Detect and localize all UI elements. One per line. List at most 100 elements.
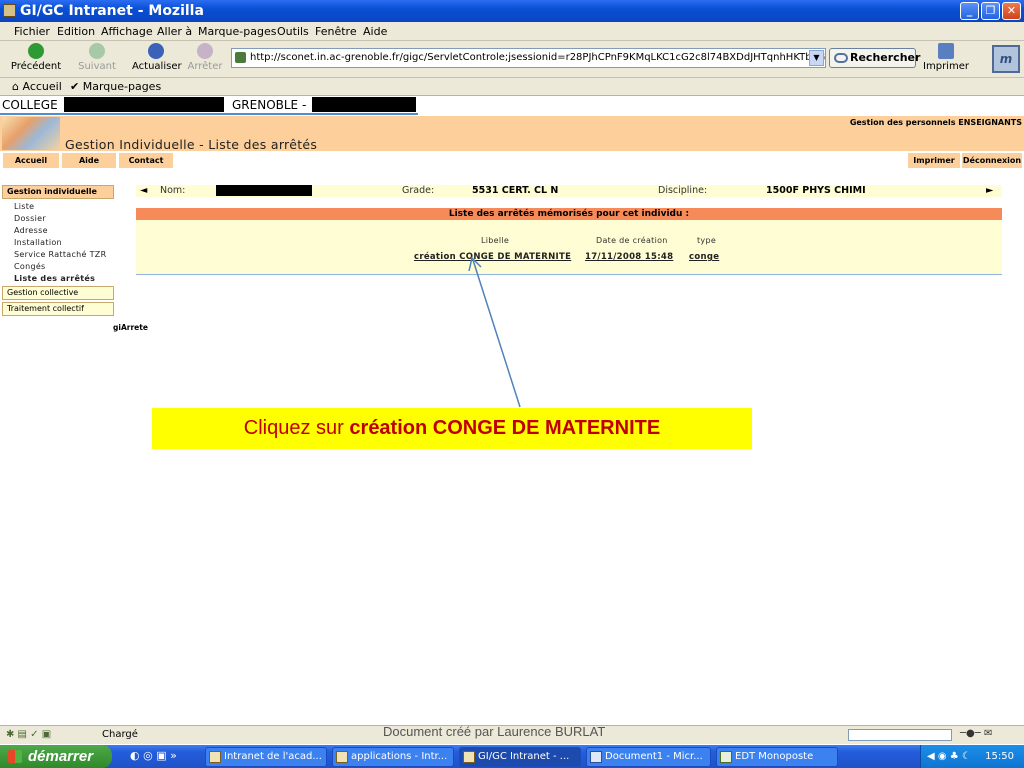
tray-icons[interactable]: ◀ ◉ ♣ ☾ [927, 745, 971, 768]
menu-window[interactable]: Fenêtre [315, 25, 357, 38]
bookmarks-toolbar: ⌂ Accueil ✔ Marque-pages [0, 78, 1024, 96]
taskbar-item-document1[interactable]: Document1 - Micr... [586, 747, 711, 767]
print-label: Imprimer [923, 61, 969, 72]
stop-icon [197, 43, 213, 59]
taskbar-item-label: GI/GC Intranet - ... [478, 751, 570, 762]
sidebar-item-tzr[interactable]: Service Rattaché TZR [14, 250, 106, 259]
sidebar-section-individual[interactable]: Gestion individuelle [2, 185, 114, 199]
forward-button[interactable]: Suivant [77, 43, 117, 76]
bookmark-folder[interactable]: ✔ Marque-pages [70, 80, 161, 93]
header-subtitle: Gestion des personnels ENSEIGNANTS [849, 118, 1022, 127]
menu-edit[interactable]: Edition [57, 25, 95, 38]
person-info-bar: ◄ Nom: Grade: 5531 CERT. CL N Discipline… [136, 185, 1002, 197]
sidebar-item-liste[interactable]: Liste [14, 202, 34, 211]
tab-print[interactable]: Imprimer [908, 153, 960, 168]
taskbar-item-intranet[interactable]: Intranet de l'acad... [205, 747, 327, 767]
tab-contact[interactable]: Contact [119, 153, 173, 168]
redacted-college-name [64, 97, 224, 112]
stop-button[interactable]: Arrêter [187, 43, 223, 76]
document-credit: Document créé par Laurence BURLAT [383, 724, 606, 739]
grade-value: 5531 CERT. CL N [472, 185, 559, 196]
arrete-type-link[interactable]: conge [689, 252, 719, 262]
arretes-list [136, 220, 1002, 275]
sidebar-item-dossier[interactable]: Dossier [14, 214, 46, 223]
menu-help[interactable]: Aide [363, 25, 387, 38]
reload-button[interactable]: Actualiser [132, 43, 182, 76]
taskbar-item-gigc[interactable]: GI/GC Intranet - ... [459, 747, 581, 767]
quick-launch-icons[interactable]: ◐ ◎ ▣ » [130, 749, 177, 762]
maximize-button[interactable]: ❐ [981, 2, 1000, 20]
forward-label: Suivant [78, 61, 116, 72]
arrete-date-link[interactable]: 17/11/2008 15:48 [585, 252, 673, 262]
app-icon [720, 751, 732, 763]
sidebar-section-collective[interactable]: Gestion collective [2, 286, 114, 300]
mozilla-logo: m [992, 45, 1020, 73]
connection-icon: ─●─ ✉ [960, 728, 993, 739]
window-title-bar: GI/GC Intranet - Mozilla [0, 0, 1024, 22]
taskbar-item-applications[interactable]: applications - Intr... [332, 747, 454, 767]
discipline-label: Discipline: [658, 185, 708, 196]
sidebar-item-arretes[interactable]: Liste des arrêtés [14, 274, 95, 283]
tab-home[interactable]: Accueil [3, 153, 59, 168]
arrete-label-link[interactable]: création CONGE DE MATERNITE [414, 252, 571, 262]
column-header-type: type [697, 236, 717, 245]
column-header-label: Libelle [481, 236, 510, 245]
page-title: Gestion Individuelle - Liste des arrêtés [65, 137, 318, 152]
reload-label: Actualiser [132, 61, 182, 72]
sidebar-section-batch[interactable]: Traitement collectif [2, 302, 114, 316]
site-icon [235, 52, 246, 63]
print-button[interactable]: Imprimer [922, 43, 970, 76]
word-icon [590, 751, 602, 763]
next-person-button[interactable]: ► [986, 185, 993, 197]
back-button[interactable]: Précédent [10, 43, 62, 76]
city-label: GRENOBLE - [232, 98, 307, 112]
app-icon [336, 751, 348, 763]
status-text: Chargé [102, 729, 138, 740]
sidebar-item-installation[interactable]: Installation [14, 238, 62, 247]
app-icon [209, 751, 221, 763]
windows-flag-icon [8, 750, 22, 763]
taskbar-item-label: Intranet de l'acad... [224, 751, 322, 762]
redacted-school-code [312, 97, 416, 112]
back-label: Précédent [10, 61, 62, 72]
column-header-date: Date de création [596, 236, 668, 245]
menu-view[interactable]: Affichage [101, 25, 153, 38]
app-icon [463, 751, 475, 763]
menu-go[interactable]: Aller à [157, 25, 192, 38]
stop-label: Arrêter [187, 61, 223, 72]
app-icon [3, 4, 16, 17]
sidebar-item-adresse[interactable]: Adresse [14, 226, 48, 235]
bookmark-home[interactable]: ⌂ Accueil [12, 80, 62, 93]
discipline-value: 1500F PHYS CHIMI [766, 185, 866, 196]
callout-target: création CONGE DE MATERNITE [349, 417, 661, 439]
list-heading: Liste des arrêtés mémorisés pour cet ind… [136, 208, 1002, 220]
taskbar-item-edt[interactable]: EDT Monoposte [716, 747, 838, 767]
instruction-callout: Cliquez sur création CONGE DE MATERNITE [152, 408, 752, 449]
close-button[interactable]: ✕ [1002, 2, 1021, 20]
school-bar: COLLEGE GRENOBLE - [0, 97, 418, 115]
search-icon [834, 53, 848, 63]
minimize-button[interactable]: _ [960, 2, 979, 20]
menu-file[interactable]: Fichier [14, 25, 50, 38]
reload-icon [148, 43, 164, 59]
url-history-dropdown[interactable]: ▼ [809, 50, 824, 66]
tab-help[interactable]: Aide [62, 153, 116, 168]
header-photo [2, 117, 60, 150]
taskbar-item-label: EDT Monoposte [735, 751, 814, 762]
printer-icon [938, 43, 954, 59]
menu-bookmarks[interactable]: Marque-pages [198, 25, 276, 38]
grade-label: Grade: [402, 185, 435, 196]
clock: 15:50 [985, 751, 1014, 762]
url-input[interactable]: http://sconet.in.ac-grenoble.fr/gigc/Ser… [231, 48, 826, 68]
nom-label: Nom: [160, 185, 186, 196]
tab-logout[interactable]: Déconnexion [962, 153, 1022, 168]
sidebar-item-conges[interactable]: Congés [14, 262, 46, 271]
menu-tools[interactable]: Outils [277, 25, 309, 38]
back-arrow-icon [28, 43, 44, 59]
module-name: giArrete [113, 323, 148, 332]
window-title: GI/GC Intranet - Mozilla [20, 3, 204, 19]
callout-prefix: Cliquez sur [243, 417, 344, 439]
progress-bar [848, 729, 952, 741]
previous-person-button[interactable]: ◄ [140, 185, 147, 197]
status-icons: ✱ ▤ ✓ ▣ [6, 729, 52, 740]
